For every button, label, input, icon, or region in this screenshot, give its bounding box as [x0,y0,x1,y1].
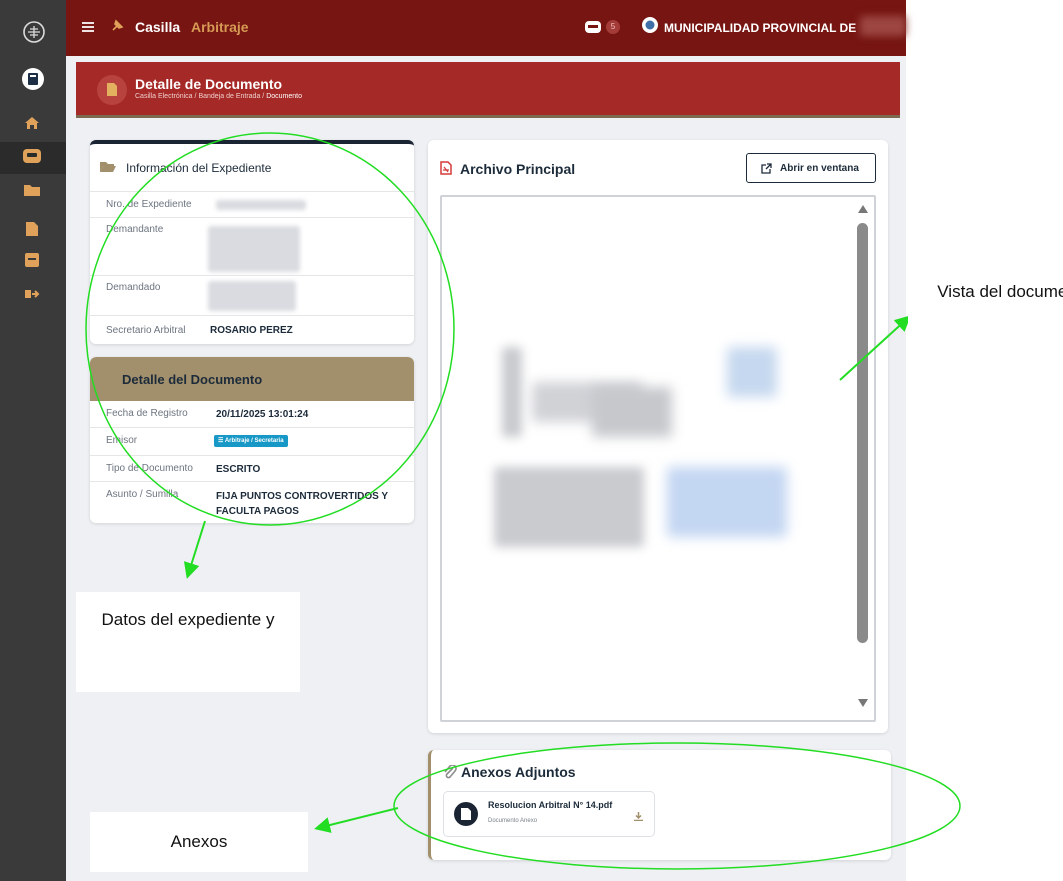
annotation-anexos: Anexos [90,812,308,872]
annotation-arrow-vista [839,315,911,381]
annotation-ellipse-expediente [85,132,455,526]
annotation-arrow-anexos [314,807,399,833]
annotation-arrow-datos [183,520,206,579]
annotation-ellipse-anexos [393,742,961,870]
annotation-overlay [85,132,961,870]
annotation-vista: Vista del documento [908,264,1063,374]
annotation-datos: Datos del expediente y [76,592,300,692]
